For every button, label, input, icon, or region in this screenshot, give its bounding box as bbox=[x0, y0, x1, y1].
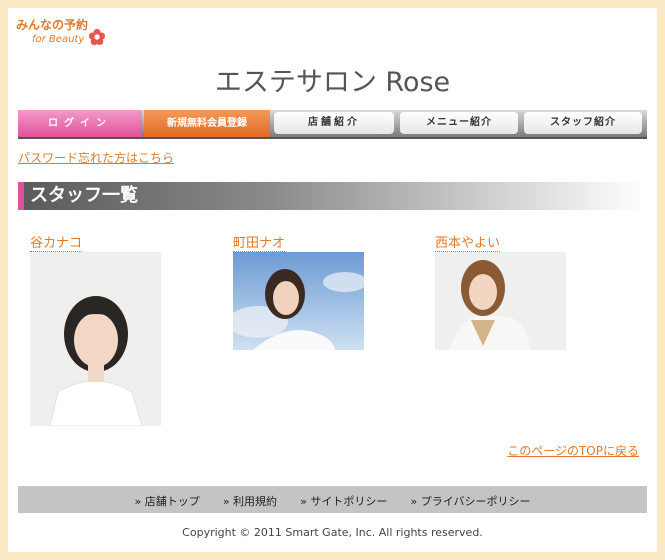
logo-main-text: みんなの予約 bbox=[16, 18, 89, 32]
staff-photo-image bbox=[30, 252, 161, 426]
section-header: スタッフ一覧 bbox=[18, 182, 647, 210]
nav-item-menu[interactable]: メニュー紹介 bbox=[400, 112, 518, 134]
staff-card: 西本やよい bbox=[435, 232, 566, 350]
staff-photo-image bbox=[233, 252, 364, 350]
section-title: スタッフ一覧 bbox=[30, 185, 138, 206]
copyright-text: Copyright © 2011 Smart Gate, Inc. All ri… bbox=[182, 526, 483, 539]
page-frame: みんなの予約 for Beauty エステサロン Rose ログイン 新規無料会… bbox=[8, 8, 657, 552]
site-logo[interactable]: みんなの予約 for Beauty bbox=[16, 16, 116, 52]
staff-photo-image bbox=[435, 252, 566, 350]
register-button[interactable]: 新規無料会員登録 bbox=[144, 110, 270, 137]
staff-name-link[interactable]: 西本やよい bbox=[435, 232, 501, 252]
footer-link-shop-top[interactable]: » 店舗トップ bbox=[135, 488, 200, 515]
main-nav: ログイン 新規無料会員登録 店舗紹介 メニュー紹介 スタッフ紹介 bbox=[18, 110, 647, 139]
footer-link-terms[interactable]: » 利用規約 bbox=[223, 488, 277, 515]
staff-name-link[interactable]: 谷カナコ bbox=[30, 232, 83, 252]
staff-photo[interactable] bbox=[30, 252, 161, 426]
staff-card: 谷カナコ bbox=[30, 232, 161, 426]
nav-item-staff[interactable]: スタッフ紹介 bbox=[524, 112, 642, 134]
section-accent bbox=[18, 182, 24, 210]
forgot-password-link[interactable]: パスワード忘れた方はこちら bbox=[18, 149, 174, 166]
footer-nav: » 店舗トップ » 利用規約 » サイトポリシー » プライバシーポリシー bbox=[18, 486, 647, 513]
logo-sub-text: for Beauty bbox=[32, 34, 85, 45]
staff-photo[interactable] bbox=[435, 252, 566, 350]
staff-card: 町田ナオ bbox=[233, 232, 364, 350]
back-to-top-link[interactable]: このページのTOPに戻る bbox=[507, 442, 639, 459]
staff-photo[interactable] bbox=[233, 252, 364, 350]
site-title: エステサロン Rose bbox=[214, 67, 451, 98]
login-button[interactable]: ログイン bbox=[18, 110, 142, 137]
nav-item-shop[interactable]: 店舗紹介 bbox=[274, 112, 394, 134]
flower-icon bbox=[88, 28, 106, 46]
footer-link-privacy-policy[interactable]: » プライバシーポリシー bbox=[410, 488, 530, 515]
staff-name-link[interactable]: 町田ナオ bbox=[233, 232, 286, 252]
footer-link-site-policy[interactable]: » サイトポリシー bbox=[300, 488, 387, 515]
